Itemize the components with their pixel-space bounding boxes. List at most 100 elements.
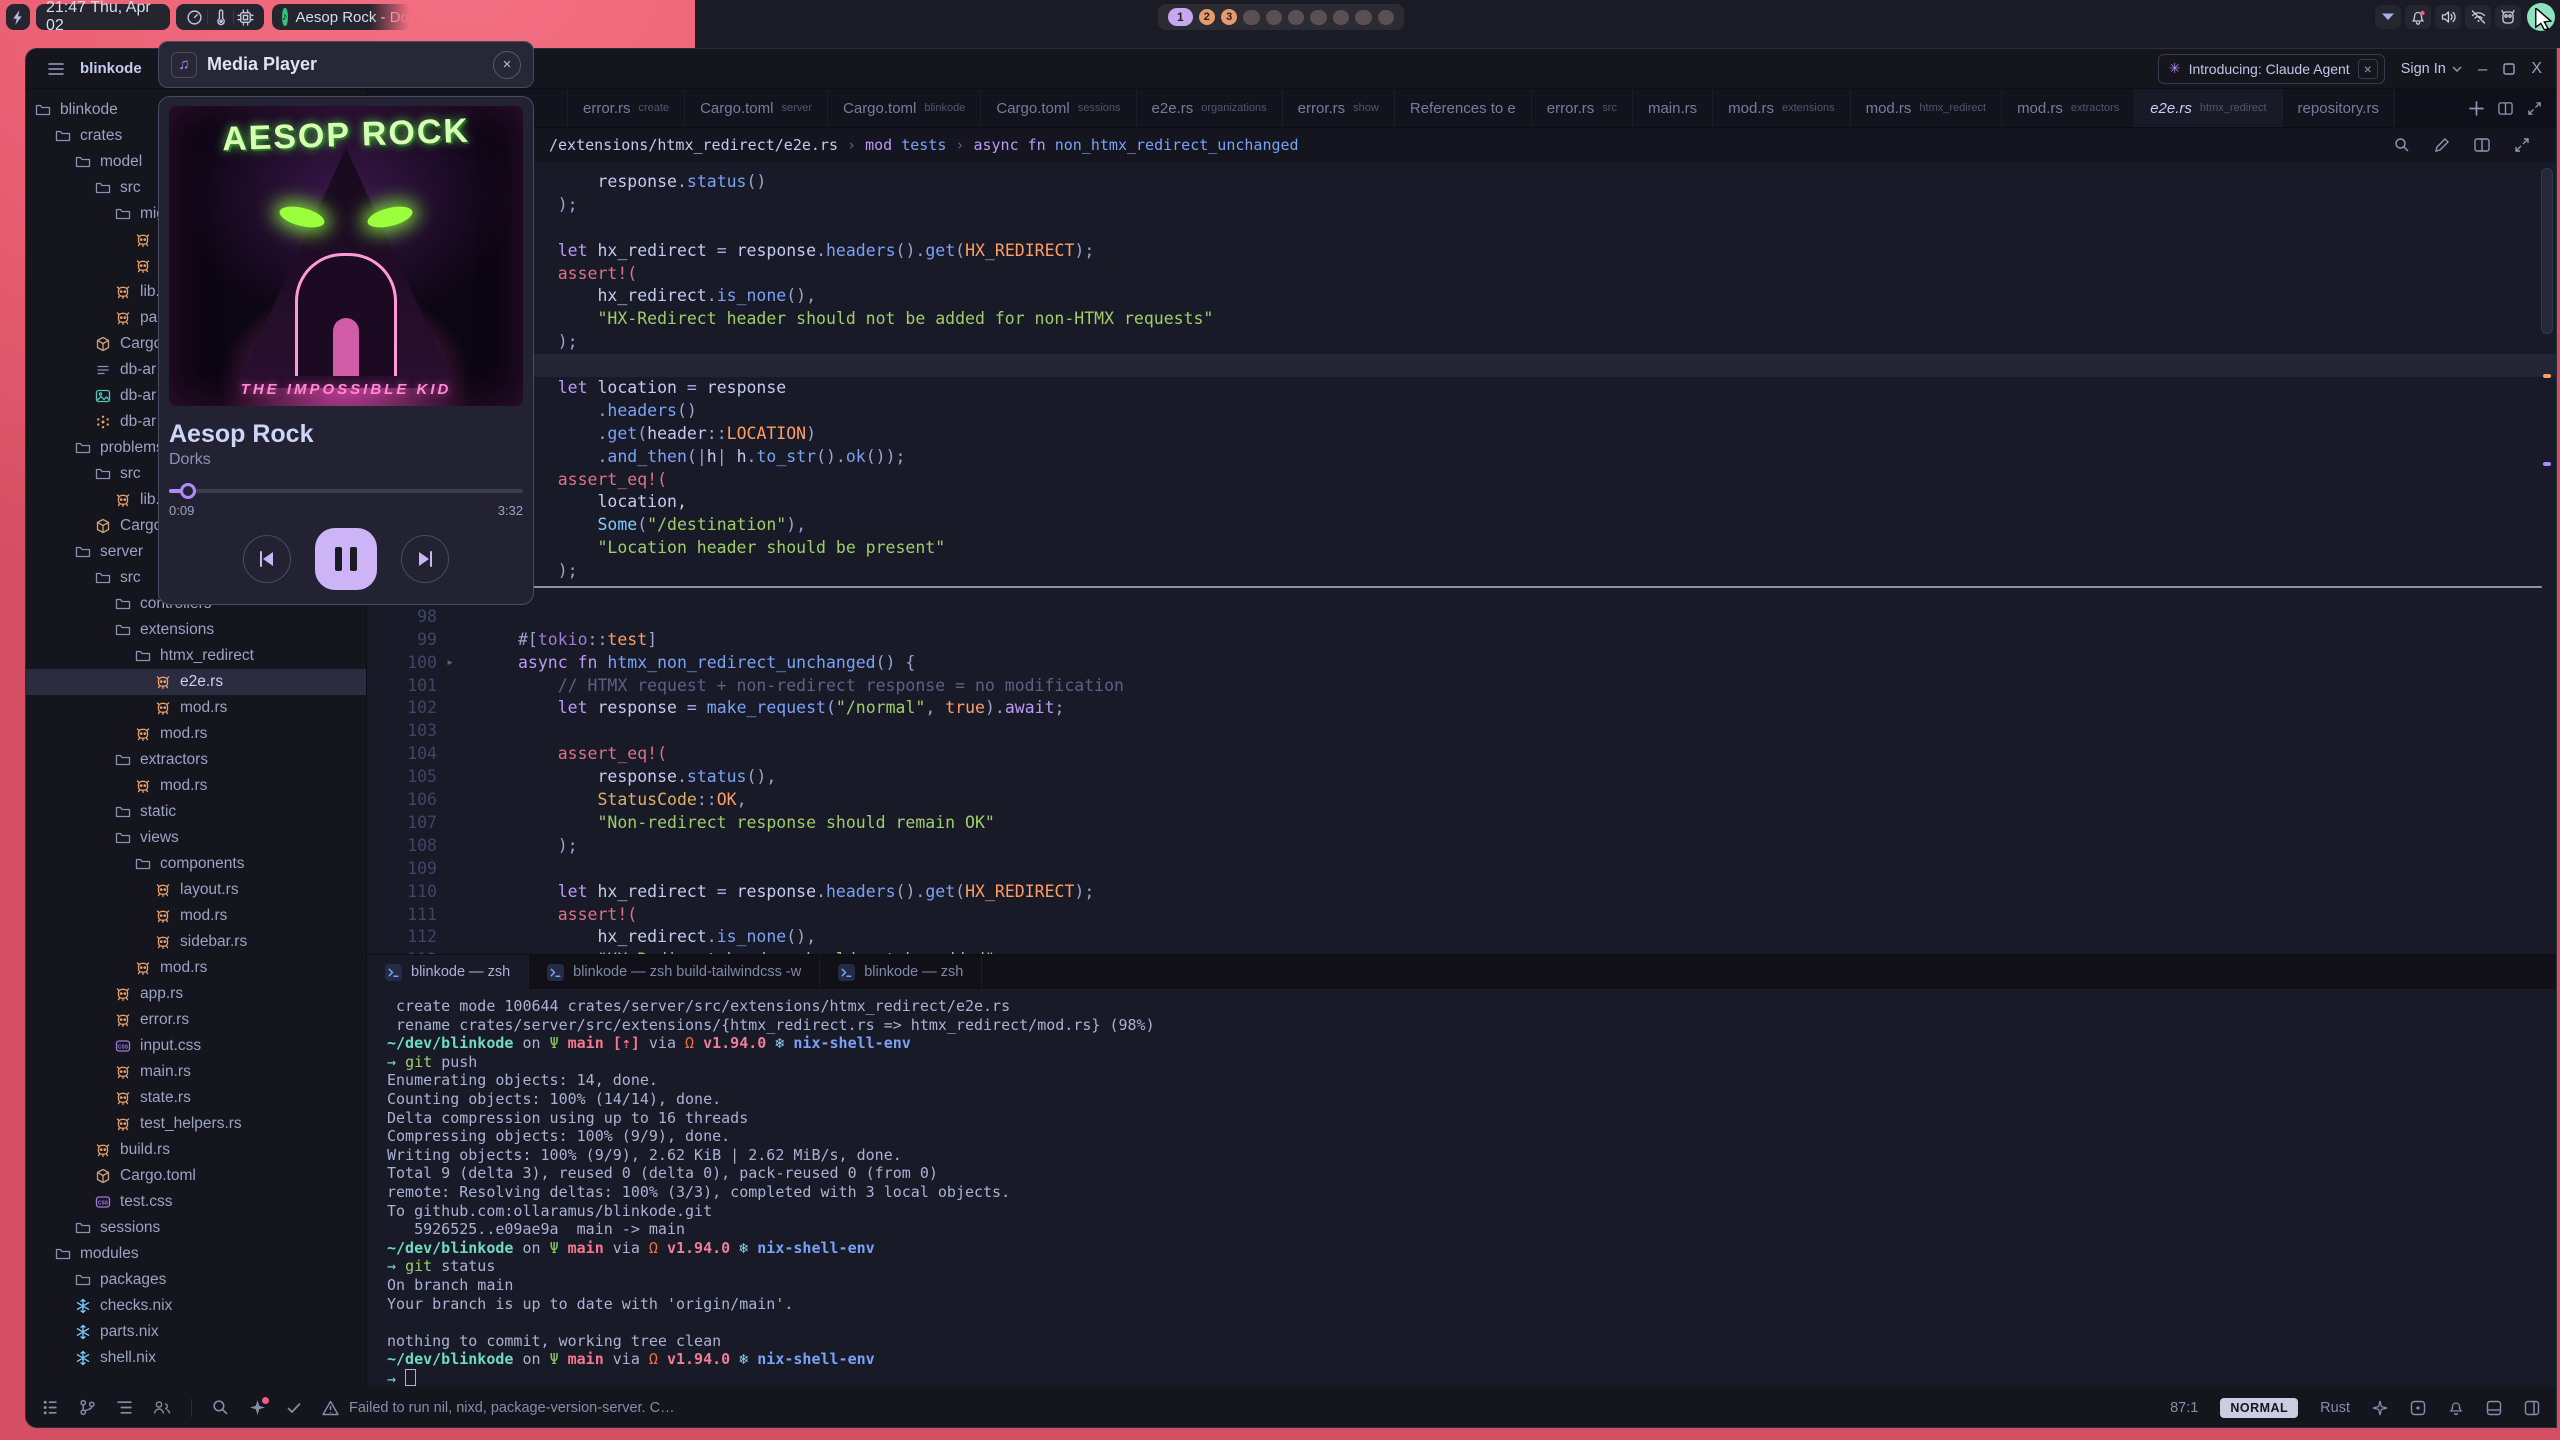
- tree-item-state.rs[interactable]: state.rs: [26, 1085, 366, 1111]
- banner-close-button[interactable]: ×: [2358, 59, 2378, 79]
- tree-item-sessions[interactable]: sessions: [26, 1215, 366, 1241]
- tree-item-components[interactable]: components: [26, 851, 366, 877]
- workspace-active[interactable]: 1: [1168, 8, 1193, 26]
- code-line-110[interactable]: 110 let hx_redirect = response.headers()…: [367, 881, 2556, 904]
- clock-widget[interactable]: 21:47 Thu, Apr 02: [36, 4, 170, 30]
- code-line-82[interactable]: 82 let hx_redirect = response.headers().…: [367, 240, 2556, 263]
- tree-item-extensions[interactable]: extensions: [26, 617, 366, 643]
- code-line-104[interactable]: 104 assert_eq!(: [367, 743, 2556, 766]
- tab-repository.rs[interactable]: repository.rs: [2283, 89, 2395, 127]
- tree-item-mod.rs[interactable]: mod.rs: [26, 773, 366, 799]
- next-track-button[interactable]: [401, 535, 449, 583]
- tree-item-main.rs[interactable]: main.rs: [26, 1059, 366, 1085]
- slider-knob[interactable]: [180, 483, 196, 499]
- tab-Cargo.toml[interactable]: Cargo.tomlsessions: [981, 89, 1136, 127]
- volume-icon[interactable]: [2435, 5, 2461, 29]
- code-line-99[interactable]: 99#[tokio::test]: [367, 629, 2556, 652]
- tree-item-extractors[interactable]: extractors: [26, 747, 366, 773]
- tree-item-modules[interactable]: modules: [26, 1241, 366, 1267]
- seek-slider[interactable]: [169, 483, 523, 499]
- pane-split-icon[interactable]: [2474, 137, 2490, 153]
- code-line-87[interactable]: 87: [367, 354, 2556, 377]
- expand-pane-icon[interactable]: [2514, 137, 2530, 153]
- code-line-88[interactable]: 88 let location = response: [367, 377, 2556, 400]
- terminal-panel[interactable]: blinkode — zshblinkode — zsh build-tailw…: [367, 954, 2556, 1391]
- tab-mod.rs[interactable]: mod.rsextractors: [2002, 89, 2135, 127]
- code-line-98[interactable]: 98: [367, 606, 2556, 629]
- tree-item-e2e.rs[interactable]: e2e.rs: [26, 669, 366, 695]
- tree-item-layout.rs[interactable]: layout.rs: [26, 877, 366, 903]
- inline-assist-icon[interactable]: [2434, 137, 2450, 153]
- minimize-button[interactable]: –: [2478, 59, 2487, 79]
- code-line-107[interactable]: 107 "Non-redirect response should remain…: [367, 812, 2556, 835]
- tree-item-mod.rs[interactable]: mod.rs: [26, 903, 366, 929]
- code-line-90[interactable]: 90 .get(header::LOCATION): [367, 423, 2556, 446]
- previous-track-button[interactable]: [243, 535, 291, 583]
- workspace-empty[interactable]: [1243, 10, 1259, 25]
- tree-item-shell.nix[interactable]: shell.nix: [26, 1345, 366, 1371]
- code-editor[interactable]: 79 response.status()80 );8182 let hx_red…: [367, 162, 2556, 954]
- collab-icon[interactable]: [153, 1399, 171, 1416]
- code-line-103[interactable]: 103: [367, 720, 2556, 743]
- code-line-102[interactable]: 102 let response = make_request("/normal…: [367, 697, 2556, 720]
- assistant-sparkle-icon[interactable]: [249, 1399, 266, 1416]
- tree-item-test.css[interactable]: CSStest.css: [26, 1189, 366, 1215]
- split-pane-button[interactable]: [2498, 101, 2513, 116]
- code-line-108[interactable]: 108 );: [367, 835, 2556, 858]
- code-line-92[interactable]: 92 assert_eq!(: [367, 469, 2556, 492]
- pause-button[interactable]: [315, 528, 377, 590]
- run-test-icon[interactable]: ▸: [437, 652, 463, 675]
- tree-item-mod.rs[interactable]: mod.rs: [26, 695, 366, 721]
- code-line-91[interactable]: 91 .and_then(|h| h.to_str().ok());: [367, 446, 2556, 469]
- workspace-empty[interactable]: [1378, 10, 1394, 25]
- tray-owl-icon[interactable]: [2495, 5, 2521, 29]
- breadcrumb[interactable]: /extensions/htmx_redirect/e2e.rs › mod t…: [367, 128, 2556, 162]
- code-line-101[interactable]: 101 // HTMX request + non-redirect respo…: [367, 675, 2556, 698]
- git-branch-icon[interactable]: [79, 1399, 96, 1416]
- wifi-off-icon[interactable]: [2465, 5, 2491, 29]
- check-icon[interactable]: [286, 1400, 302, 1416]
- right-dock-icon[interactable]: [2524, 1400, 2540, 1416]
- tab-mod.rs[interactable]: mod.rshtmx_redirect: [1851, 89, 2002, 127]
- workspace-pinned[interactable]: 3: [1221, 9, 1237, 25]
- tree-item-test_helpers.rs[interactable]: test_helpers.rs: [26, 1111, 366, 1137]
- code-line-89[interactable]: 89 .headers(): [367, 400, 2556, 423]
- app-menu-button[interactable]: [40, 58, 72, 80]
- media-status-widget[interactable]: ♪ Aesop Rock - Do: [272, 4, 412, 30]
- terminal-panel-icon[interactable]: [2486, 1400, 2502, 1416]
- tab-main.rs[interactable]: main.rs: [1633, 89, 1713, 127]
- code-line-83[interactable]: 83 assert!(: [367, 263, 2556, 286]
- media-player-window[interactable]: ♫ Media Player × AESOP ROCK THE IMPOSSIB…: [158, 41, 534, 605]
- system-stats-widget[interactable]: [176, 4, 264, 30]
- workspace-empty[interactable]: [1310, 10, 1326, 25]
- chevron-down-icon[interactable]: [2375, 5, 2401, 29]
- code-line-95[interactable]: 95 "Location header should be present": [367, 537, 2556, 560]
- tree-item-app.rs[interactable]: app.rs: [26, 981, 366, 1007]
- code-line-106[interactable]: 106 StatusCode::OK,: [367, 789, 2556, 812]
- tree-item-htmx_redirect[interactable]: htmx_redirect: [26, 643, 366, 669]
- workspace-empty[interactable]: [1333, 10, 1349, 25]
- tree-item-mod.rs[interactable]: mod.rs: [26, 955, 366, 981]
- code-line-84[interactable]: 84 hx_redirect.is_none(),: [367, 285, 2556, 308]
- terminal-output[interactable]: create mode 100644 crates/server/src/ext…: [367, 989, 2556, 1391]
- tab-e2e.rs[interactable]: e2e.rshtmx_redirect: [2135, 89, 2282, 127]
- code-line-112[interactable]: 112 hx_redirect.is_none(),: [367, 926, 2556, 949]
- outline-icon[interactable]: [116, 1399, 133, 1416]
- inline-completion-icon[interactable]: [2372, 1400, 2388, 1416]
- tree-item-static[interactable]: static: [26, 799, 366, 825]
- media-player-titlebar[interactable]: ♫ Media Player ×: [158, 41, 534, 88]
- workspace-pinned[interactable]: 2: [1199, 9, 1215, 25]
- tree-item-mod.rs[interactable]: mod.rs: [26, 721, 366, 747]
- tree-item-sidebar.rs[interactable]: sidebar.rs: [26, 929, 366, 955]
- maximize-button[interactable]: [2503, 63, 2515, 75]
- buffer-search-icon[interactable]: [2394, 137, 2410, 153]
- workspace-empty[interactable]: [1266, 10, 1282, 25]
- tree-item-views[interactable]: views: [26, 825, 366, 851]
- new-tab-button[interactable]: [2469, 101, 2484, 116]
- banner-pill[interactable]: ✳ Introducing: Claude Agent ×: [2158, 54, 2385, 84]
- launcher-button[interactable]: [6, 4, 30, 30]
- workspace-empty[interactable]: [1355, 10, 1371, 25]
- workspace-switcher[interactable]: 123: [1158, 4, 1404, 30]
- code-line-111[interactable]: 111 assert!(: [367, 904, 2556, 927]
- lsp-warning-text[interactable]: Failed to run nil, nixd, package-version…: [349, 1400, 675, 1416]
